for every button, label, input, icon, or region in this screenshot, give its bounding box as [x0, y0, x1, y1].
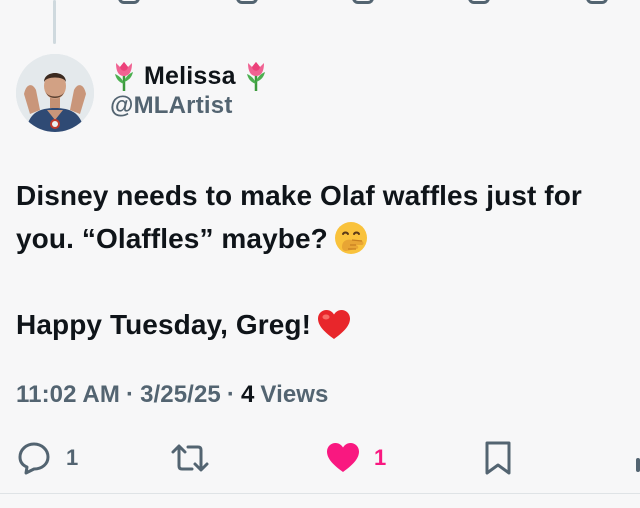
- like-count: 1: [374, 445, 387, 470]
- divider: [0, 493, 640, 494]
- bookmark-icon: [485, 441, 511, 475]
- reply-button[interactable]: 1: [16, 434, 78, 482]
- red-heart-icon: [317, 309, 351, 341]
- previous-tweet-actions: [0, 0, 640, 6]
- tweet-paragraph-1: Disney needs to make Olaf waffles just f…: [16, 174, 631, 260]
- tweet-meta: 11:02 AM · 3/25/25 · 4 Views: [16, 381, 329, 409]
- tweet-detail: Melissa @MLArtist Disney needs to make O…: [0, 0, 640, 508]
- tweet-paragraph-2: Happy Tuesday, Greg!: [16, 303, 631, 346]
- tulip-icon: [110, 60, 138, 92]
- prev-views-icon[interactable]: [468, 0, 490, 4]
- avatar[interactable]: [16, 54, 94, 132]
- tweet-paragraph-2-text: Happy Tuesday, Greg!: [16, 309, 312, 340]
- tweet-paragraph-1-text: Disney needs to make Olaf waffles just f…: [16, 180, 582, 254]
- author-handle[interactable]: @MLArtist: [110, 92, 233, 120]
- views-label[interactable]: Views: [260, 381, 328, 409]
- author-display-name: Melissa: [144, 61, 236, 90]
- bookmark-button[interactable]: [484, 434, 512, 482]
- prev-reply-icon[interactable]: [118, 0, 140, 4]
- tulip-icon: [242, 60, 270, 92]
- meta-separator: ·: [125, 381, 135, 408]
- thread-connector-line: [53, 0, 56, 44]
- views-count[interactable]: 4: [241, 381, 254, 409]
- reply-icon: [18, 442, 50, 475]
- meta-separator: ·: [226, 381, 235, 408]
- prev-like-icon[interactable]: [352, 0, 374, 4]
- heart-filled-icon: [327, 443, 359, 472]
- repost-button[interactable]: [170, 434, 224, 482]
- author-name-row[interactable]: Melissa: [110, 58, 270, 94]
- prev-repost-icon[interactable]: [236, 0, 258, 4]
- like-button[interactable]: 1: [326, 434, 386, 482]
- repost-icon: [171, 444, 209, 472]
- reply-count: 1: [66, 445, 79, 470]
- tweet-action-bar: 1 1: [0, 434, 640, 482]
- face-with-hand-over-mouth-icon: [334, 221, 368, 255]
- tweet-text: Disney needs to make Olaf waffles just f…: [16, 174, 631, 346]
- prev-bookmark-icon[interactable]: [586, 0, 608, 4]
- tweet-time[interactable]: 11:02 AM: [16, 381, 120, 409]
- tweet-date[interactable]: 3/25/25: [140, 381, 221, 409]
- share-icon-partial[interactable]: [636, 458, 640, 472]
